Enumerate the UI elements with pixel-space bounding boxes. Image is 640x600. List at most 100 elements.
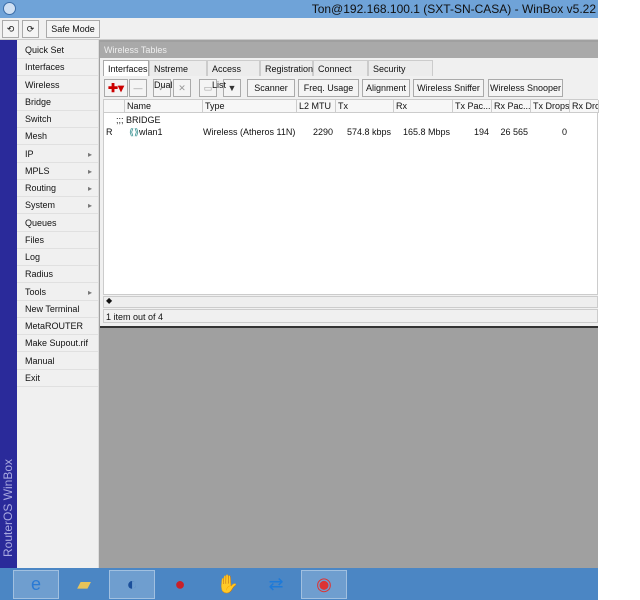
menu-item-interfaces[interactable]: Interfaces [17, 59, 98, 77]
menu-item-routing[interactable]: Routing ▸ [17, 180, 98, 197]
redo-button[interactable]: ⟳ [22, 20, 39, 38]
tab-connect-list[interactable]: Connect List [313, 60, 368, 90]
cell-rx-drops [570, 126, 599, 138]
menu-item-mesh[interactable]: Mesh [17, 128, 98, 146]
tab-interfaces[interactable]: Interfaces [103, 60, 149, 76]
column-header[interactable]: Tx [336, 100, 394, 113]
scroll-left-icon[interactable]: ◆ [106, 296, 112, 305]
taskbar-teamviewer[interactable]: ⇄ [253, 570, 299, 599]
menu-item-label: Manual [25, 355, 55, 366]
wireless-tables-window: Wireless Tables ✚▾ — ✓ ✕ ▭ ▼ NameTypeL2 … [100, 42, 599, 328]
column-header[interactable]: Tx Pac... [453, 100, 492, 113]
menu-item-label: Wireless [25, 79, 60, 90]
taskbar-winbox[interactable]: ◐ [109, 570, 155, 599]
menu-item-label: Tools [25, 286, 47, 297]
menu-item-label: Make Supout.rif [25, 338, 89, 349]
brand-label: RouterOS WinBox [1, 458, 15, 557]
menu-item-files[interactable]: Files [17, 232, 98, 249]
cell-type: Wireless (Atheros 11N) [203, 127, 296, 137]
cell-rx-packets: 26 565 [500, 127, 528, 137]
menu-item-label: Log [25, 252, 41, 262]
undo-icon: ⟲ [6, 23, 15, 34]
winbox-icon: ◐ [126, 574, 138, 594]
remove-button[interactable]: — [129, 79, 147, 97]
menu-item-label: Switch [25, 114, 52, 124]
tab-security-profiles[interactable]: Security Profiles [368, 60, 433, 90]
menu-item-quick-set[interactable]: Quick Set [17, 42, 98, 59]
menu-item-label: Interfaces [25, 62, 65, 73]
menu-item-label: Files [25, 234, 45, 245]
app-red-icon: ● [174, 574, 186, 594]
menu-item-label: Queues [25, 217, 57, 228]
horizontal-scrollbar[interactable]: ◆ [103, 296, 598, 308]
column-header[interactable]: Rx [394, 100, 453, 113]
wireless-sniffer-button[interactable]: Wireless Sniffer [413, 79, 484, 97]
submenu-arrow-icon: ▸ [87, 201, 92, 211]
column-header[interactable] [104, 100, 125, 113]
tab-registration[interactable]: Registration [260, 60, 313, 76]
window-title-bar[interactable]: Wireless Tables [100, 42, 598, 58]
title-bar: Ton@192.168.100.1 (SXT-SN-CASA) - WinBox… [0, 0, 598, 18]
column-header[interactable]: Name [125, 100, 203, 113]
taskbar-chrome[interactable]: ◉ [301, 570, 347, 599]
scanner-button[interactable]: Scanner [247, 79, 295, 97]
menu-item-manual[interactable]: Manual [17, 353, 98, 370]
menu-item-switch[interactable]: Switch [17, 111, 98, 128]
menu-item-mpls[interactable]: MPLS ▸ [17, 163, 98, 180]
interface-name: wlan1 [139, 127, 163, 137]
add-button[interactable]: ✚▾ [104, 79, 128, 97]
cell-tx-drops: 0 [561, 127, 567, 137]
cell-tx: 574.8 kbps [346, 127, 391, 137]
main-toolbar: ⟲ ⟳ Safe Mode [0, 18, 598, 40]
menu-item-label: Bridge [25, 96, 52, 107]
menu-item-label: MetaROUTER [25, 321, 84, 331]
menu-item-make-supout-rif[interactable]: Make Supout.rif [17, 335, 98, 353]
wireless-snooper-button[interactable]: Wireless Snooper [488, 79, 563, 97]
menu-item-label: System [25, 200, 56, 211]
menu-item-tools[interactable]: Tools ▸ [17, 284, 98, 301]
plus-icon: ✚▾ [107, 81, 125, 95]
menu-item-bridge[interactable]: Bridge [17, 94, 98, 111]
undo-button[interactable]: ⟲ [2, 20, 19, 38]
submenu-arrow-icon: ▸ [87, 184, 92, 193]
menu-item-queues[interactable]: Queues [17, 215, 98, 232]
menu-item-radius[interactable]: Radius [17, 266, 98, 284]
column-header[interactable]: Tx Drops [531, 100, 570, 113]
column-header[interactable]: Type [203, 100, 297, 113]
winbox-app-icon[interactable] [3, 2, 16, 15]
menu-item-exit[interactable]: Exit [17, 370, 98, 387]
column-header[interactable]: Rx Dro [570, 100, 599, 113]
taskbar-app-glove[interactable]: ✋ [205, 570, 251, 599]
group-comment: ;;; BRIDGE [116, 115, 161, 125]
comment-icon: ▭ [203, 82, 213, 93]
submenu-arrow-icon: ▸ [87, 166, 92, 176]
column-header[interactable]: Rx Pac... [492, 100, 531, 113]
menu-item-log[interactable]: Log [17, 249, 98, 266]
column-header[interactable]: L2 MTU [297, 100, 336, 113]
freq-usage-button[interactable]: Freq. Usage [298, 79, 359, 97]
cell-l2mtu: 2290 [312, 127, 333, 137]
menu-item-label: Quick Set [25, 45, 65, 55]
menu-item-metarouter[interactable]: MetaROUTER [17, 318, 98, 335]
taskbar-file-explorer[interactable]: ▰ [61, 570, 107, 599]
file-explorer-icon: ▰ [77, 574, 91, 594]
tab-access-list[interactable]: Access List [207, 60, 260, 90]
taskbar-app-red[interactable]: ● [157, 570, 203, 599]
cell-flag: R [106, 127, 113, 137]
disable-button[interactable]: ✕ [173, 79, 191, 97]
menu-item-system[interactable]: System ▸ [17, 197, 98, 215]
wireless-interface-icon: ⟪⟫ [129, 127, 140, 137]
menu-item-label: Exit [25, 372, 41, 383]
table-row[interactable]: R ⟪⟫wlan1 Wireless (Atheros 11N) 2290 574.8 … [104, 126, 599, 138]
menu-item-wireless[interactable]: Wireless [17, 77, 98, 94]
taskbar-internet-explorer[interactable]: e [13, 570, 59, 599]
menu-item-ip[interactable]: IP ▸ [17, 146, 98, 163]
menu-item-new-terminal[interactable]: New Terminal [17, 301, 98, 318]
minus-icon: — [133, 83, 143, 93]
alignment-button[interactable]: Alignment [362, 79, 410, 97]
tab-nstreme-dual[interactable]: Nstreme Dual [149, 60, 207, 90]
menu-item-label: IP [25, 148, 34, 159]
interfaces-table: Name Type L2 MTU Tx Rx Tx Pac... Rx Pac... Tx D… [103, 99, 599, 295]
safe-mode-button[interactable]: Safe Mode [46, 20, 100, 38]
filter-icon: ▼ [227, 83, 237, 93]
